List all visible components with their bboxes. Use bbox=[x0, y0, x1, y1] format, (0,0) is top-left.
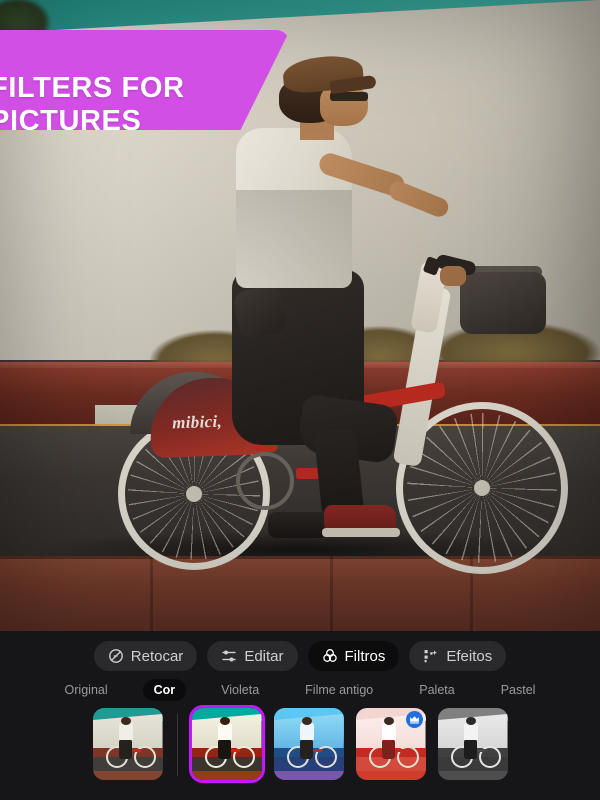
thumb-preview bbox=[191, 708, 262, 780]
editor-toolbar: Retocar Editar Filtros Efeitos bbox=[0, 640, 600, 672]
thumb-preview bbox=[437, 708, 508, 780]
tool-editar[interactable]: Editar bbox=[207, 641, 298, 671]
chainring bbox=[236, 452, 294, 510]
app-root: mibici, FILTERS FOR PICTURES Retocar Edi… bbox=[0, 0, 600, 800]
category-violeta[interactable]: Violeta bbox=[210, 679, 270, 701]
tool-filtros[interactable]: Filtros bbox=[307, 641, 400, 671]
thumb-preview bbox=[273, 708, 344, 780]
promo-banner: FILTERS FOR PICTURES bbox=[0, 30, 290, 130]
premium-badge bbox=[405, 711, 423, 728]
tool-retocar[interactable]: Retocar bbox=[93, 641, 198, 671]
rear-hub bbox=[186, 486, 202, 502]
filter-thumb-cor-2[interactable] bbox=[273, 708, 344, 780]
effects-icon bbox=[423, 648, 439, 664]
filter-thumb-cor-3[interactable] bbox=[355, 708, 426, 780]
filter-thumb-original[interactable] bbox=[92, 708, 163, 780]
rider-hand bbox=[440, 266, 466, 286]
filter-thumb-cor-1[interactable] bbox=[188, 705, 265, 783]
sidewalk-seam bbox=[150, 556, 153, 631]
thumb-preview bbox=[92, 708, 163, 780]
tool-efeitos-label: Efeitos bbox=[446, 647, 493, 665]
category-original[interactable]: Original bbox=[54, 679, 119, 701]
photo-canvas[interactable]: mibici, FILTERS FOR PICTURES bbox=[0, 0, 600, 631]
tool-editar-label: Editar bbox=[244, 647, 284, 665]
filter-category-tabs: Original Cor Violeta Filme antigo Paleta… bbox=[0, 677, 600, 703]
category-cor[interactable]: Cor bbox=[142, 679, 187, 701]
promo-banner-text: FILTERS FOR PICTURES bbox=[0, 72, 270, 130]
sidewalk-seam bbox=[330, 556, 333, 631]
category-paleta[interactable]: Paleta bbox=[408, 679, 465, 701]
sliders-icon bbox=[221, 648, 237, 664]
front-basket bbox=[460, 272, 546, 334]
rider-shoe-sole bbox=[322, 528, 400, 537]
retouch-icon bbox=[108, 648, 124, 664]
tool-efeitos[interactable]: Efeitos bbox=[409, 641, 507, 671]
editor-panel: Retocar Editar Filtros Efeitos Original … bbox=[0, 631, 600, 800]
category-filme-antigo[interactable]: Filme antigo bbox=[294, 679, 384, 701]
thumb-divider bbox=[176, 714, 178, 776]
filter-thumb-cor-4[interactable] bbox=[437, 708, 508, 780]
crown-icon bbox=[409, 714, 420, 725]
front-hub bbox=[474, 480, 490, 496]
category-pastel[interactable]: Pastel bbox=[490, 679, 547, 701]
promo-line-1: FILTERS FOR bbox=[0, 72, 185, 104]
tool-filtros-label: Filtros bbox=[344, 647, 386, 665]
filters-icon bbox=[322, 648, 338, 664]
mibici-logo-text: mibici, bbox=[171, 411, 223, 433]
rider-bag bbox=[232, 284, 288, 340]
rider-shoe-back bbox=[268, 512, 328, 538]
filter-thumbnail-strip[interactable] bbox=[0, 705, 600, 800]
rider-torso-shading bbox=[236, 190, 352, 288]
tool-retocar-label: Retocar bbox=[130, 647, 184, 665]
